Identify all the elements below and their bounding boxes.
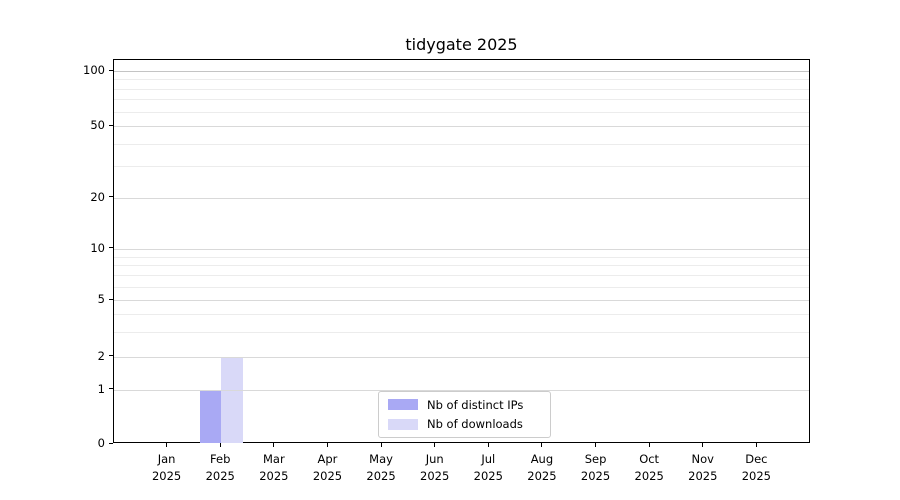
minor-gridline [114, 287, 809, 288]
y-axis-label: 2 [58, 349, 105, 363]
x-axis-label: Mar2025 [246, 451, 302, 484]
legend-item-distinct-ips: Nb of distinct IPs [388, 398, 550, 412]
chart-title: tidygate 2025 [113, 35, 810, 54]
legend: Nb of distinct IPs Nb of downloads [378, 391, 551, 438]
x-axis-label-month: Nov [675, 451, 731, 468]
x-axis-label-month: Jul [460, 451, 516, 468]
minor-gridline [114, 257, 809, 258]
y-axis-label: 5 [58, 292, 105, 306]
y-axis-tick [109, 70, 113, 71]
major-gridline [114, 198, 809, 199]
y-axis-tick [109, 299, 113, 300]
x-axis-label-month: Jun [407, 451, 463, 468]
major-gridline [114, 71, 809, 72]
x-axis-label: Aug2025 [514, 451, 570, 484]
minor-gridline [114, 112, 809, 113]
minor-gridline [114, 265, 809, 266]
legend-swatch-distinct-ips [388, 399, 418, 410]
x-axis-tick [595, 443, 596, 447]
x-axis-tick [488, 443, 489, 447]
minor-gridline [114, 144, 809, 145]
x-axis-label-year: 2025 [460, 468, 516, 485]
y-axis-tick [109, 355, 113, 356]
x-axis-tick [756, 443, 757, 447]
bar-downloads-feb [221, 357, 243, 443]
major-gridline [114, 126, 809, 127]
x-axis-label-year: 2025 [192, 468, 248, 485]
x-axis-label: Jul2025 [460, 451, 516, 484]
x-axis-label-month: Sep [568, 451, 624, 468]
x-axis-label: Nov2025 [675, 451, 731, 484]
x-axis-label-month: May [353, 451, 409, 468]
bar-distinct-ips-feb [200, 390, 222, 443]
y-axis-label: 10 [58, 241, 105, 255]
minor-gridline [114, 79, 809, 80]
plot-area [113, 59, 810, 443]
minor-gridline [114, 99, 809, 100]
y-axis-label: 0 [58, 436, 105, 450]
x-axis-label-month: Oct [621, 451, 677, 468]
x-axis-tick [541, 443, 542, 447]
y-axis-tick [109, 388, 113, 389]
legend-label-downloads: Nb of downloads [427, 417, 523, 431]
x-axis-tick [327, 443, 328, 447]
minor-gridline [114, 89, 809, 90]
x-axis-label-year: 2025 [514, 468, 570, 485]
x-axis-label-year: 2025 [407, 468, 463, 485]
x-axis-label: Feb2025 [192, 451, 248, 484]
y-axis-tick [109, 247, 113, 248]
x-axis-label: Jan2025 [139, 451, 195, 484]
x-axis-label: Oct2025 [621, 451, 677, 484]
x-axis-label-year: 2025 [568, 468, 624, 485]
x-axis-label: May2025 [353, 451, 409, 484]
x-axis-label-month: Apr [299, 451, 355, 468]
minor-gridline [114, 332, 809, 333]
minor-gridline [114, 166, 809, 167]
x-axis-label-month: Dec [728, 451, 784, 468]
x-axis-label: Sep2025 [568, 451, 624, 484]
x-axis-label: Jun2025 [407, 451, 463, 484]
y-axis-label: 50 [58, 118, 105, 132]
x-axis-label-year: 2025 [139, 468, 195, 485]
y-axis-label: 100 [58, 63, 105, 77]
legend-swatch-downloads [388, 419, 418, 430]
minor-gridline [114, 275, 809, 276]
y-axis-label: 1 [58, 382, 105, 396]
y-axis-tick [109, 125, 113, 126]
y-axis-label: 20 [58, 190, 105, 204]
x-axis-label-month: Aug [514, 451, 570, 468]
x-axis-label-year: 2025 [299, 468, 355, 485]
legend-item-downloads: Nb of downloads [388, 417, 550, 431]
x-axis-tick [220, 443, 221, 447]
x-axis-label-month: Jan [139, 451, 195, 468]
x-axis-label: Apr2025 [299, 451, 355, 484]
x-axis-label: Dec2025 [728, 451, 784, 484]
x-axis-tick [273, 443, 274, 447]
minor-gridline [114, 314, 809, 315]
x-axis-label-month: Mar [246, 451, 302, 468]
x-axis-tick [381, 443, 382, 447]
x-axis-label-year: 2025 [621, 468, 677, 485]
y-axis-tick [109, 196, 113, 197]
major-gridline [114, 357, 809, 358]
x-axis-label-year: 2025 [353, 468, 409, 485]
x-axis-label-year: 2025 [728, 468, 784, 485]
x-axis-tick [702, 443, 703, 447]
x-axis-label-month: Feb [192, 451, 248, 468]
x-axis-tick [649, 443, 650, 447]
major-gridline [114, 249, 809, 250]
y-axis-tick [109, 443, 113, 444]
x-axis-label-year: 2025 [246, 468, 302, 485]
legend-label-distinct-ips: Nb of distinct IPs [427, 398, 523, 412]
x-axis-label-year: 2025 [675, 468, 731, 485]
major-gridline [114, 300, 809, 301]
x-axis-tick [434, 443, 435, 447]
figure: tidygate 2025 Nb of distinct IPs Nb of d… [0, 0, 900, 500]
x-axis-tick [166, 443, 167, 447]
